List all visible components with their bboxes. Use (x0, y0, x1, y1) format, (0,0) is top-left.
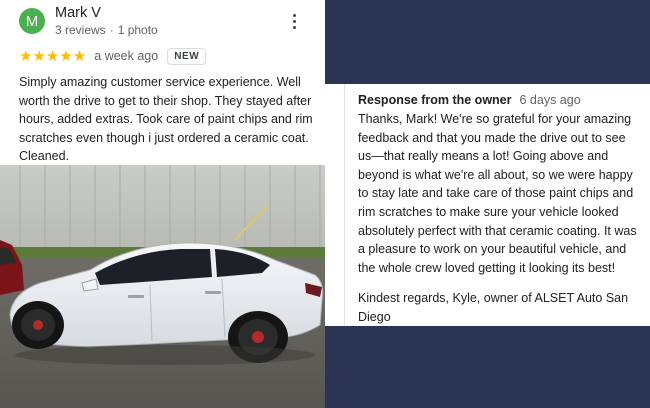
star-rating: ★ ★ ★ ★ ★ (19, 49, 86, 64)
review-time: a week ago (94, 49, 159, 63)
reviewer-meta: 3 reviews · 1 photo (55, 24, 287, 36)
reviewer-name[interactable]: Mark V (55, 6, 287, 21)
owner-response-card: Response from the owner 6 days ago Thank… (325, 84, 650, 326)
star-icon: ★ (19, 47, 33, 65)
new-badge: NEW (167, 47, 207, 65)
review-text: Simply amazing customer service experien… (19, 75, 313, 164)
reviews-count: 3 reviews (55, 22, 106, 37)
reviewer-header: M Mark V 3 reviews · 1 photo (19, 6, 311, 36)
white-car-photo (0, 165, 325, 408)
avatar[interactable]: M (19, 8, 45, 34)
response-header: Response from the owner 6 days ago (358, 93, 636, 107)
review-photo[interactable] (0, 165, 325, 408)
rating-row: ★ ★ ★ ★ ★ a week ago NEW (19, 47, 311, 65)
star-icon: ★ (32, 47, 46, 65)
photos-count: 1 photo (117, 22, 158, 37)
star-icon: ★ (45, 47, 60, 65)
meta-separator: · (109, 22, 114, 37)
response-signature: Kindest regards, Kyle, owner of ALSET Au… (358, 291, 629, 324)
response-time: 6 days ago (519, 93, 581, 107)
review-card: M Mark V 3 reviews · 1 photo ★ ★ ★ ★ ★ a wee… (0, 0, 325, 165)
star-icon: ★ (72, 47, 87, 65)
response-title: Response from the owner (358, 93, 512, 107)
response-text: Thanks, Mark! We're so grateful for your… (358, 112, 637, 275)
star-icon: ★ (59, 47, 73, 65)
more-vert-icon[interactable] (287, 11, 301, 31)
reviewer-info: Mark V 3 reviews · 1 photo (55, 6, 287, 36)
